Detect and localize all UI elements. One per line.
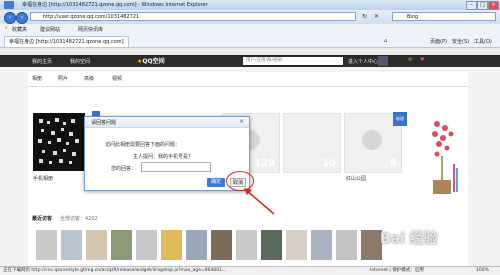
back-icon[interactable]: ‹ xyxy=(4,12,16,24)
stop-icon[interactable]: ✕ xyxy=(374,13,379,20)
dialog-title: 请回答问题 xyxy=(91,120,117,126)
star-icon: ★ xyxy=(4,25,9,31)
qq-logo[interactable]: ★QQ空间 xyxy=(137,56,165,65)
maximize-button[interactable]: □ xyxy=(477,1,488,10)
refresh-icon[interactable]: ↻ xyxy=(362,13,367,20)
visitor-avatar[interactable] xyxy=(186,230,207,260)
favorites-label[interactable]: 收藏夹 xyxy=(12,26,27,33)
address-bar: ‹ › http://user.qzone.qq.com/1031482721 … xyxy=(0,10,500,24)
album-count: 129 xyxy=(254,158,275,169)
ok-button[interactable]: 确定 xyxy=(207,178,225,187)
ie-icon xyxy=(4,1,14,9)
visitor-avatar[interactable] xyxy=(86,230,107,260)
tab-current[interactable]: 幸福在身边 [http://1031482721.qzone.qq.com] xyxy=(4,36,129,47)
album-subnav: 相册 照片 高级 视频 xyxy=(28,72,468,87)
dialog-question: 访问此相册需要回答下面的问题： xyxy=(105,142,181,148)
visitor-avatar[interactable] xyxy=(311,230,332,260)
visitor-avatar[interactable] xyxy=(286,230,307,260)
recent-visitors-label: 最近访客 xyxy=(32,216,53,222)
close-icon[interactable]: × xyxy=(239,118,244,125)
visitor-avatar[interactable] xyxy=(361,230,382,260)
minimize-button[interactable]: – xyxy=(466,1,477,10)
close-button[interactable]: × xyxy=(488,1,499,10)
forward-icon[interactable]: › xyxy=(16,12,28,24)
album-count: 8 xyxy=(390,158,397,169)
subnav-photos[interactable]: 照片 xyxy=(58,75,68,82)
recent-visitors-count[interactable]: 全部访客：4202 xyxy=(60,215,98,222)
personal-center-link[interactable]: 进入个人中心 xyxy=(348,58,378,65)
search-input[interactable]: Bing xyxy=(392,12,496,21)
qq-nav-space[interactable]: 我的空间 xyxy=(70,58,90,65)
flower-decoration xyxy=(427,118,459,198)
command-bar: ⌂ 页面(P) 安全(S) 工具(O) xyxy=(300,36,500,46)
home-icon[interactable]: ⌂ xyxy=(384,38,387,44)
visitor-avatar[interactable] xyxy=(136,230,157,260)
visitor-avatar[interactable] xyxy=(211,230,232,260)
visitor-avatar[interactable] xyxy=(236,230,257,260)
qr-pattern-image xyxy=(33,113,85,171)
album-name[interactable]: 红山公园 xyxy=(346,175,366,182)
command-safety[interactable]: 安全(S) xyxy=(452,38,469,45)
visitor-avatar[interactable] xyxy=(111,230,132,260)
annotation-arrow xyxy=(244,188,275,215)
command-tools[interactable]: 工具(O) xyxy=(474,38,492,45)
watermark-logo: Bai 经验 xyxy=(380,231,438,247)
command-page[interactable]: 页面(P) xyxy=(430,38,447,45)
subnav-albums[interactable]: 相册 xyxy=(32,75,42,82)
answer-label: 您的回答： xyxy=(111,166,137,172)
album-cover-locked[interactable]: 10 xyxy=(283,113,341,173)
favorites-item[interactable]: 建议网站 xyxy=(40,26,60,33)
favorites-item[interactable]: 网页快讯库 xyxy=(78,26,103,33)
qq-topbar: 我的主页 我的空间 ★QQ空间 用户/应用/群/相册 进入个人中心 ⚙ ♥ xyxy=(0,55,500,67)
album-cover-phone[interactable] xyxy=(33,113,85,171)
window-title: 幸福在身边 [http://1031482721.qzone.qq.com] -… xyxy=(22,2,208,8)
qq-nav-home[interactable]: 我的主页 xyxy=(32,58,52,65)
visitor-avatar[interactable] xyxy=(336,230,357,260)
album-count: 10 xyxy=(322,158,336,169)
avatar[interactable] xyxy=(378,56,388,66)
heart-icon[interactable]: ♥ xyxy=(420,57,424,63)
answer-input[interactable] xyxy=(141,162,211,172)
lock-icon xyxy=(362,130,382,150)
settings-icon[interactable]: ⚙ xyxy=(408,57,412,63)
visitor-avatar[interactable] xyxy=(161,230,182,260)
qq-search-input[interactable]: 用户/应用/群/相册 xyxy=(243,57,343,65)
visitor-avatar[interactable] xyxy=(61,230,82,260)
url-input[interactable]: http://user.qzone.qq.com/1031482721 xyxy=(30,12,356,21)
window-titlebar: 幸福在身边 [http://1031482721.qzone.qq.com] -… xyxy=(0,0,500,10)
subnav-videos[interactable]: 视频 xyxy=(112,75,122,82)
subnav-advanced[interactable]: 高级 xyxy=(84,75,94,82)
new-badge: 新建 xyxy=(393,112,407,126)
dialog-question-detail: 主人提问：我的手机号是？ xyxy=(133,154,194,160)
album-name[interactable]: 手机相册 xyxy=(33,175,53,182)
visitor-avatar[interactable] xyxy=(36,230,57,260)
visitor-avatar[interactable] xyxy=(261,230,282,260)
dialog-titlebar: 请回答问题 × xyxy=(85,117,249,128)
